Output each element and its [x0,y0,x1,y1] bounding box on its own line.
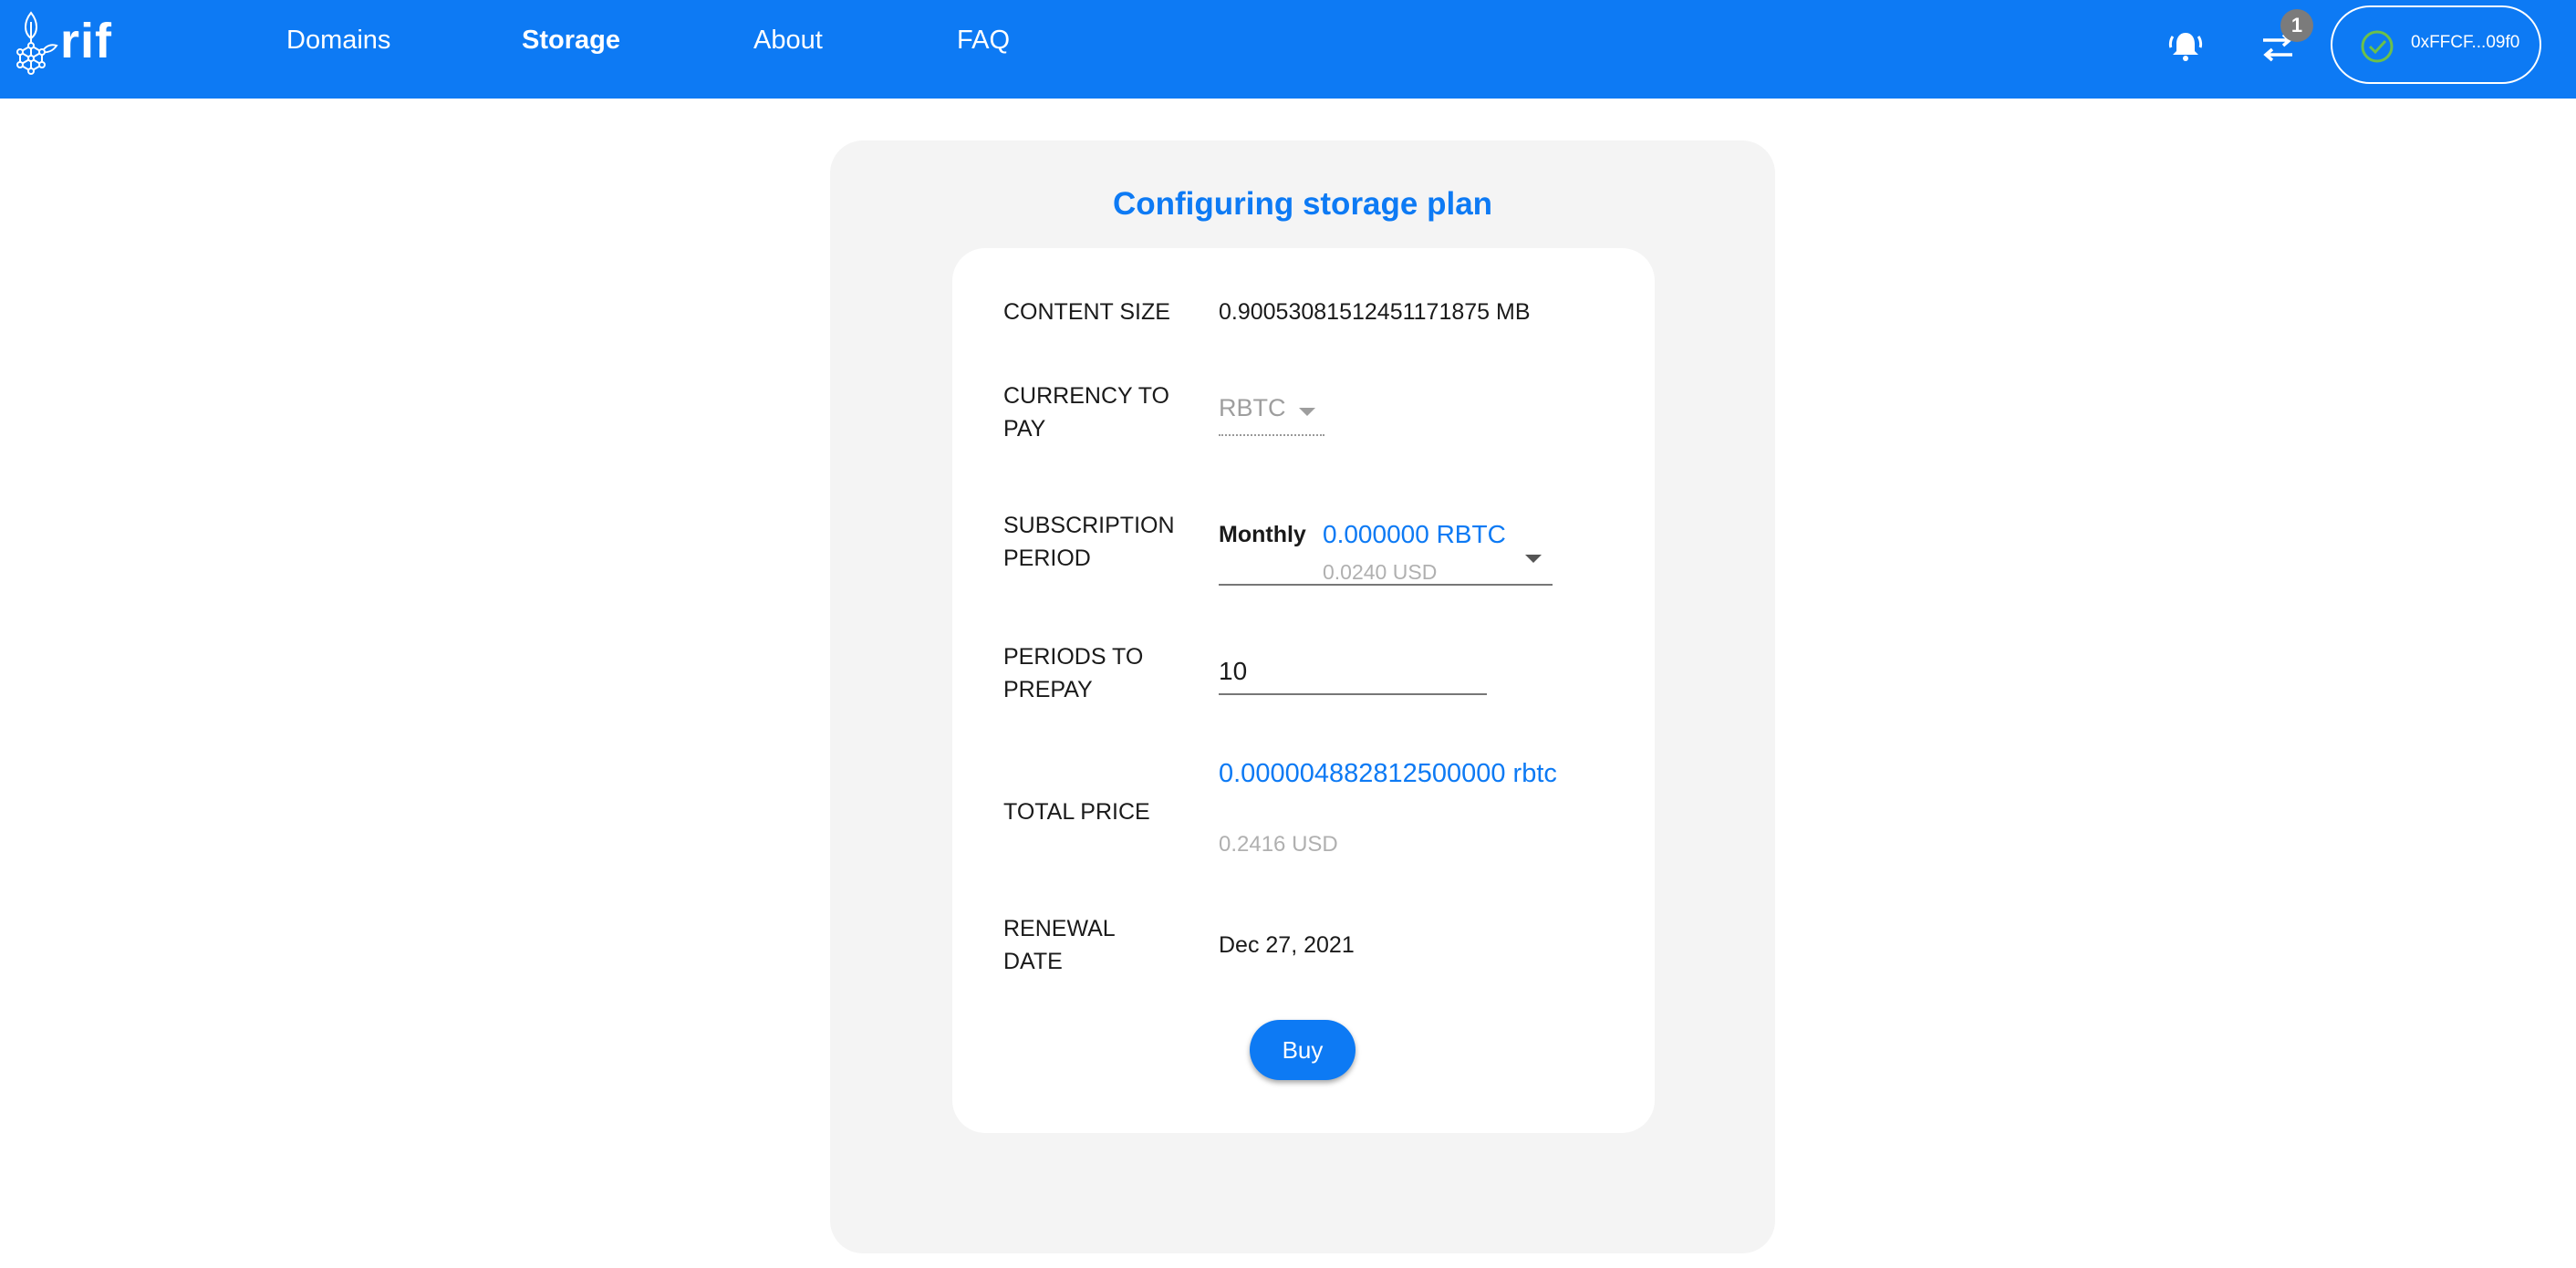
renewal-label-line2: DATE [1003,949,1063,974]
subscription-period-select[interactable]: Monthly 0.000000 RBTC 0.0240 USD [1219,513,1553,586]
transactions-count-badge: 1 [2280,9,2313,42]
period-price-rbtc: 0.000000 RBTC [1323,520,1506,548]
bell-icon[interactable] [2166,26,2206,66]
currency-label-line2: PAY [1003,416,1046,442]
period-price-usd: 0.0240 USD [1323,560,1438,584]
currency-value: RBTC [1219,394,1286,421]
renewal-date-value: Dec 27, 2021 [1219,932,1355,958]
nav-about[interactable]: About [753,26,823,56]
chevron-down-icon [1298,408,1315,417]
plan-form-card: CONTENT SIZE 0.90053081512451171875 MB C… [952,248,1655,1133]
page-title: Configuring storage plan [1112,186,1493,222]
periods-to-prepay-input[interactable] [1219,650,1487,695]
total-price-label: TOTAL PRICE [1003,799,1150,825]
logo-text[interactable]: rif [60,13,112,69]
top-nav-bar: rif Domains Storage About FAQ 1 0xFFCF..… [0,0,2576,99]
period-name: Monthly [1219,522,1306,547]
account-address: 0xFFCF...09f0 [2411,33,2520,52]
total-price-usd: 0.2416 USD [1219,832,1338,857]
buy-button[interactable]: Buy [1250,1020,1356,1080]
check-circle-icon [2361,30,2394,63]
storage-plan-panel: Configuring storage plan CONTENT SIZE 0.… [830,140,1775,1253]
total-price-rbtc: 0.000004882812500000 rbtc [1219,759,1557,788]
nav-storage[interactable]: Storage [522,26,620,56]
chevron-down-icon [1525,555,1542,563]
subscription-label-line1: SUBSCRIPTION [1003,513,1175,538]
periods-label-line1: PERIODS TO [1003,644,1144,670]
currency-label-line1: CURRENCY TO [1003,383,1169,409]
subscription-label-line2: PERIOD [1003,546,1091,571]
content-size-value: 0.90053081512451171875 MB [1219,299,1531,325]
renewal-label-line1: RENEWAL [1003,916,1116,941]
content-size-label: CONTENT SIZE [1003,299,1170,325]
nav-faq[interactable]: FAQ [957,26,1010,56]
account-button[interactable]: 0xFFCF...09f0 [2331,5,2541,84]
currency-select[interactable]: RBTC [1219,394,1324,436]
nav-domains[interactable]: Domains [286,26,390,56]
periods-label-line2: PREPAY [1003,677,1093,702]
